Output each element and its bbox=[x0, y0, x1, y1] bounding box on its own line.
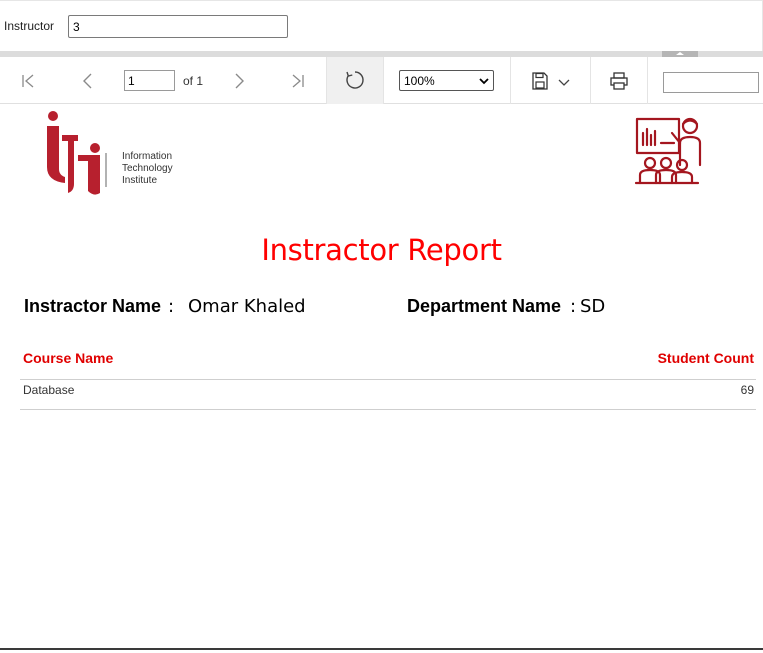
zoom-select[interactable]: 100% bbox=[399, 70, 494, 91]
iti-logo: Information Technology Institute bbox=[44, 109, 173, 197]
parameter-area: Instructor bbox=[0, 0, 763, 51]
refresh-button[interactable] bbox=[327, 57, 383, 104]
logo-text-line: Technology bbox=[122, 163, 173, 174]
table-header-divider bbox=[20, 379, 756, 380]
chevron-down-icon bbox=[479, 74, 489, 88]
find-text-input[interactable] bbox=[663, 72, 759, 93]
report-title: Instractor Report bbox=[261, 233, 502, 267]
print-icon[interactable] bbox=[606, 69, 632, 93]
student-count-header: Student Count bbox=[657, 350, 754, 366]
refresh-icon[interactable] bbox=[343, 68, 367, 92]
page-count-text: of 1 bbox=[183, 74, 204, 88]
logo-text: Information Technology Institute bbox=[122, 151, 173, 187]
course-name-cell: Database bbox=[23, 383, 75, 397]
save-icon[interactable] bbox=[528, 69, 552, 93]
bottom-border bbox=[0, 648, 763, 653]
zoom-value: 100% bbox=[404, 73, 435, 88]
instructor-param-input[interactable] bbox=[68, 15, 288, 38]
toolbar-separator bbox=[383, 57, 384, 104]
course-name-header: Course Name bbox=[23, 350, 114, 366]
instructor-teaching-icon bbox=[634, 115, 706, 187]
next-page-icon[interactable] bbox=[225, 69, 253, 93]
logo-text-line: Information bbox=[122, 151, 173, 162]
instructor-name-colon: : bbox=[168, 296, 175, 317]
table-row-divider bbox=[20, 409, 756, 410]
instructor-param-label: Instructor bbox=[4, 19, 55, 33]
report-page: Information Technology Institute Instrac… bbox=[0, 105, 763, 648]
export-dropdown-icon[interactable] bbox=[556, 75, 572, 91]
toolbar-separator bbox=[647, 57, 648, 104]
department-name-label: Department Name bbox=[407, 296, 562, 316]
logo-text-line: Institute bbox=[122, 175, 158, 186]
first-page-icon[interactable] bbox=[14, 69, 42, 93]
previous-page-icon[interactable] bbox=[74, 69, 102, 93]
department-name-colon: : bbox=[570, 296, 577, 317]
instructor-name-value: Omar Khaled bbox=[188, 296, 306, 317]
department-name-value: SD bbox=[580, 296, 606, 317]
toolbar-separator bbox=[510, 57, 511, 104]
toolbar-separator bbox=[590, 57, 591, 104]
last-page-icon[interactable] bbox=[284, 69, 312, 93]
instructor-name-label: Instractor Name bbox=[24, 296, 162, 316]
current-page-input[interactable] bbox=[124, 70, 175, 91]
report-toolbar: of 1 100% bbox=[0, 57, 763, 104]
student-count-cell: 69 bbox=[740, 383, 754, 397]
